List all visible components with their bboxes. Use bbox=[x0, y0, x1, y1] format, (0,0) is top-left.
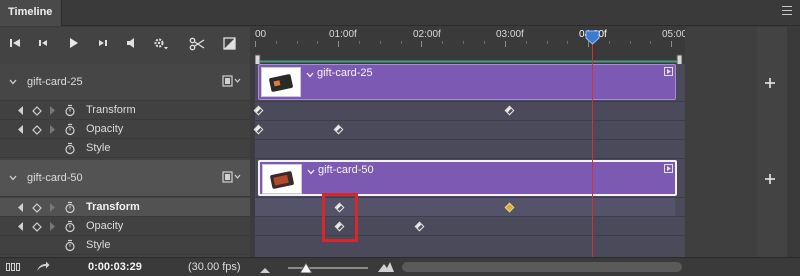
add-keyframe-icon[interactable] bbox=[32, 222, 42, 235]
stopwatch-icon[interactable] bbox=[64, 104, 76, 120]
settings-icon[interactable] bbox=[152, 37, 170, 53]
split-icon[interactable] bbox=[188, 37, 206, 53]
current-timecode[interactable]: 0:00:03:29 bbox=[88, 261, 142, 273]
clip-expand-icon[interactable] bbox=[664, 164, 673, 176]
property-row-transform[interactable]: Transform bbox=[0, 101, 250, 120]
property-label: Transform bbox=[86, 201, 140, 213]
panel-tab-bar: Timeline bbox=[0, 0, 800, 26]
previous-keyframe-icon[interactable] bbox=[18, 222, 24, 234]
chevron-down-icon[interactable] bbox=[9, 76, 17, 88]
time-ruler[interactable]: 00 01:00f 02:00f 03:00f 04:00f 05:00f bbox=[255, 27, 690, 64]
property-row-style[interactable]: Style bbox=[0, 139, 250, 158]
property-label: Opacity bbox=[86, 123, 124, 135]
property-label: Style bbox=[86, 142, 111, 154]
clip-gift-card-25[interactable]: gift-card-25 bbox=[258, 64, 676, 100]
property-row-opacity[interactable]: Opacity bbox=[0, 217, 250, 236]
horizontal-scrollbar[interactable] bbox=[402, 262, 682, 272]
previous-keyframe-icon[interactable] bbox=[18, 106, 24, 118]
zoom-out-icon[interactable] bbox=[260, 264, 270, 276]
playhead-handle[interactable] bbox=[585, 30, 600, 48]
property-row-transform[interactable]: Transform bbox=[0, 198, 250, 217]
chevron-down-icon[interactable] bbox=[9, 172, 17, 184]
next-keyframe-icon[interactable] bbox=[50, 203, 56, 215]
stopwatch-icon[interactable] bbox=[64, 142, 76, 158]
status-bar: 0:00:03:29 (30.00 fps) bbox=[0, 257, 800, 276]
timeline-tab[interactable]: Timeline bbox=[0, 0, 62, 26]
layer-list: gift-card-25 Transform Opacity Style gif… bbox=[0, 64, 250, 257]
selected-property-track bbox=[255, 198, 675, 216]
clip-label: gift-card-25 bbox=[317, 67, 373, 79]
layer-name: gift-card-25 bbox=[27, 76, 83, 88]
property-label: Style bbox=[86, 239, 111, 251]
audio-icon[interactable] bbox=[122, 37, 140, 53]
tick-label: 03:00f bbox=[496, 29, 524, 40]
property-label: Opacity bbox=[86, 220, 124, 232]
property-row-opacity[interactable]: Opacity bbox=[0, 120, 250, 139]
clip-gift-card-50[interactable]: gift-card-50 bbox=[258, 160, 677, 196]
previous-frame-icon[interactable] bbox=[34, 37, 52, 53]
add-keyframe-icon[interactable] bbox=[32, 106, 42, 119]
film-strip-icon[interactable] bbox=[222, 75, 242, 90]
zoom-in-icon[interactable] bbox=[378, 261, 394, 275]
clip-expand-icon[interactable] bbox=[664, 67, 673, 79]
film-strip-icon[interactable] bbox=[222, 171, 242, 186]
layer-name: gift-card-50 bbox=[27, 172, 83, 184]
ruler-ticks bbox=[255, 41, 683, 64]
play-icon[interactable] bbox=[64, 37, 82, 53]
render-video-icon[interactable] bbox=[36, 261, 50, 276]
vertical-scrollbar[interactable] bbox=[787, 27, 800, 257]
zoom-slider-thumb[interactable] bbox=[299, 262, 313, 276]
go-to-first-frame-icon[interactable] bbox=[6, 37, 24, 53]
property-label: Transform bbox=[86, 104, 136, 116]
tick-label: 00 bbox=[255, 29, 267, 40]
add-media-icon[interactable] bbox=[764, 173, 776, 188]
add-keyframe-icon[interactable] bbox=[32, 203, 42, 216]
convert-frame-animation-icon[interactable] bbox=[6, 262, 20, 275]
stopwatch-icon[interactable] bbox=[64, 239, 76, 255]
property-row-style[interactable]: Style bbox=[0, 236, 250, 255]
stopwatch-icon[interactable] bbox=[64, 220, 76, 236]
timeline-toolbar bbox=[0, 27, 250, 64]
clip-thumbnail bbox=[262, 164, 302, 194]
previous-keyframe-icon[interactable] bbox=[18, 203, 24, 215]
stopwatch-icon[interactable] bbox=[64, 201, 76, 217]
chevron-down-icon[interactable] bbox=[307, 166, 315, 178]
chevron-down-icon[interactable] bbox=[306, 69, 314, 81]
timeline-end-area bbox=[685, 27, 757, 257]
layer-row-gift-card-50[interactable]: gift-card-50 bbox=[0, 160, 250, 197]
layer-row-gift-card-25[interactable]: gift-card-25 bbox=[0, 64, 250, 101]
frame-rate: (30.00 fps) bbox=[188, 261, 241, 273]
tick-label: 01:00f bbox=[329, 29, 357, 40]
add-media-icon[interactable] bbox=[764, 77, 776, 92]
stopwatch-icon[interactable] bbox=[64, 123, 76, 139]
highlight-box bbox=[322, 193, 358, 242]
tick-label: 02:00f bbox=[413, 29, 441, 40]
next-keyframe-icon[interactable] bbox=[50, 125, 56, 137]
clip-label: gift-card-50 bbox=[318, 164, 374, 176]
add-keyframe-icon[interactable] bbox=[32, 125, 42, 138]
transition-icon[interactable] bbox=[220, 37, 238, 53]
next-frame-icon[interactable] bbox=[94, 37, 112, 53]
next-keyframe-icon[interactable] bbox=[50, 106, 56, 118]
panel-menu-icon[interactable] bbox=[782, 6, 792, 16]
clip-thumbnail bbox=[261, 67, 301, 97]
add-media-column bbox=[757, 27, 787, 257]
next-keyframe-icon[interactable] bbox=[50, 222, 56, 234]
previous-keyframe-icon[interactable] bbox=[18, 125, 24, 137]
playhead-line bbox=[592, 40, 593, 257]
